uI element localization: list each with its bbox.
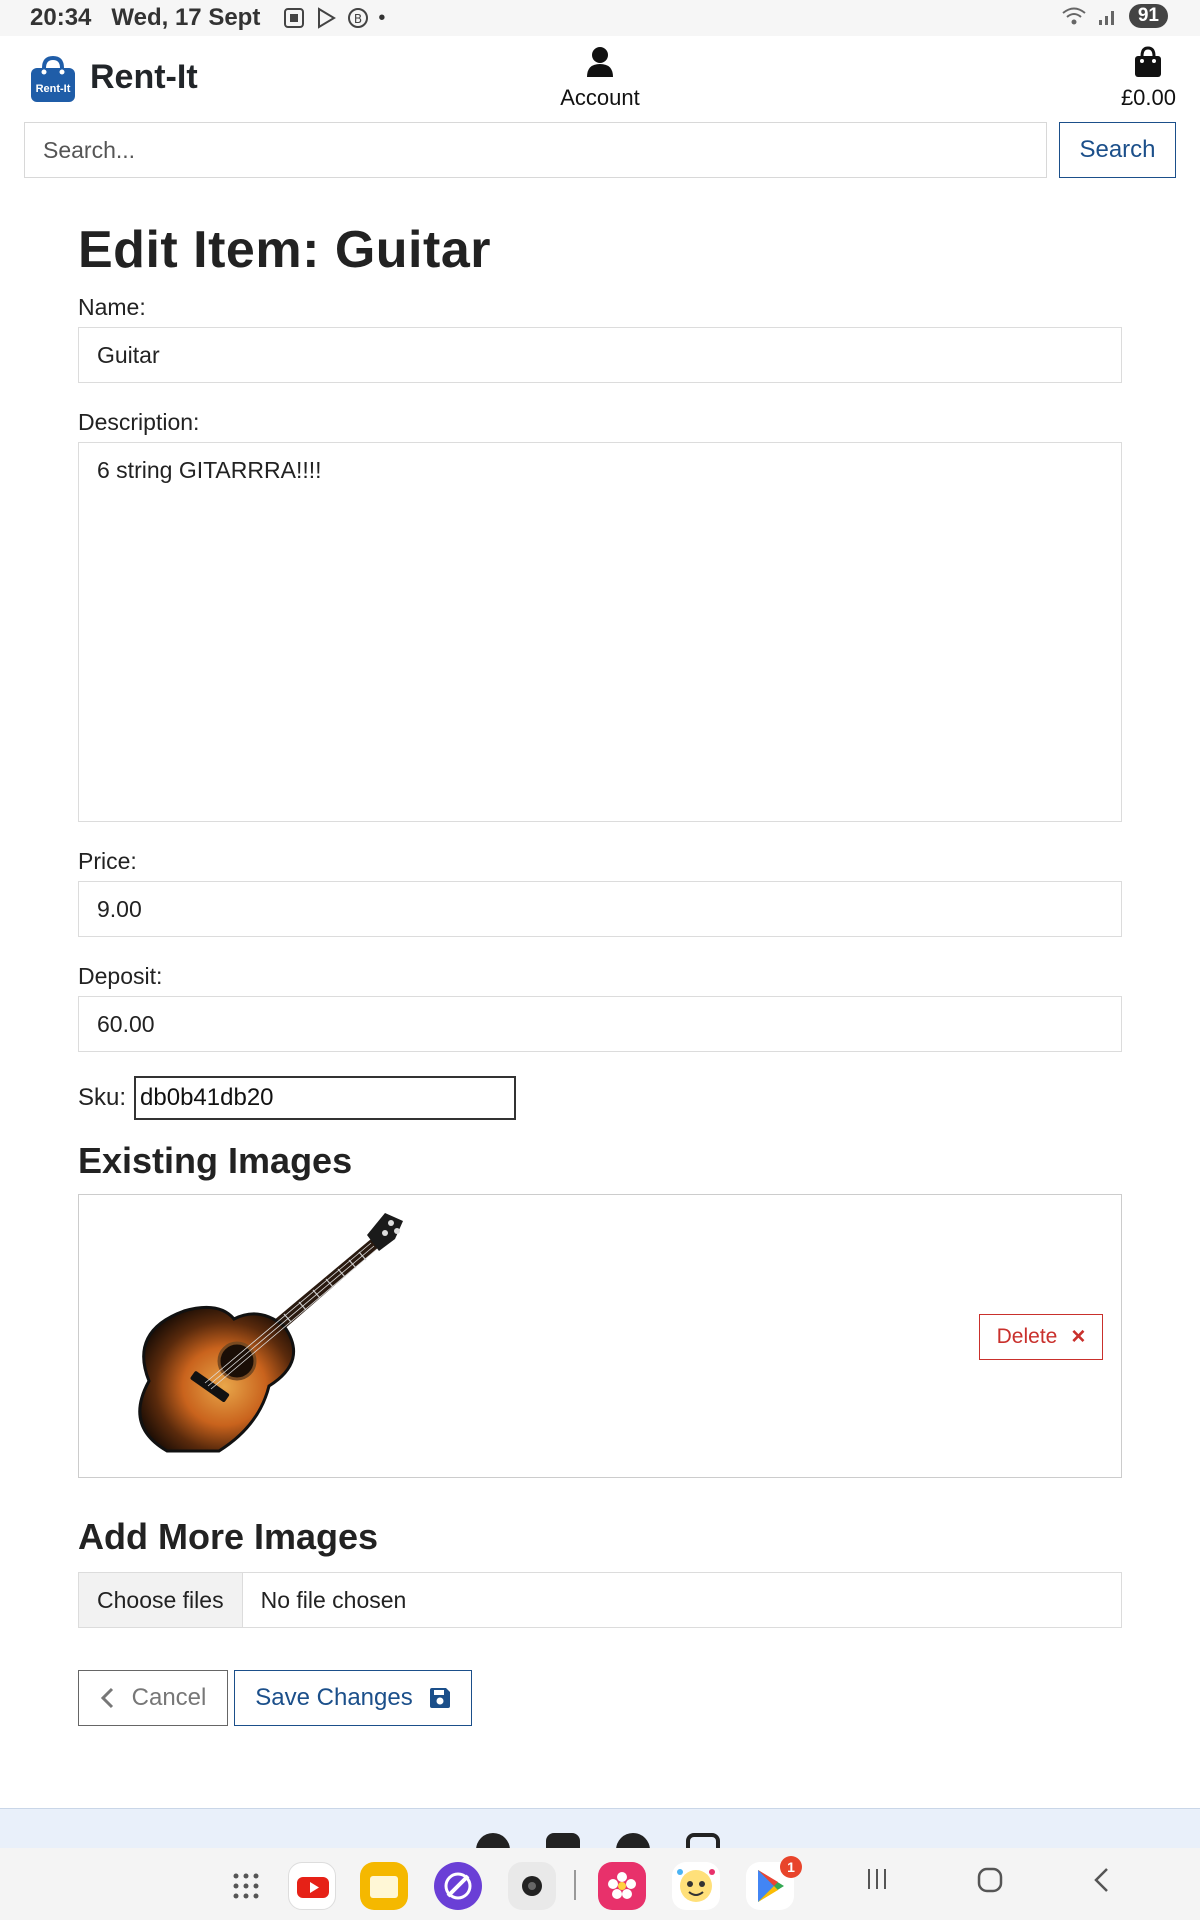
- search-input[interactable]: [24, 122, 1047, 178]
- play-store-icon[interactable]: 1: [746, 1856, 802, 1910]
- existing-images-box: Delete ×: [78, 1194, 1122, 1478]
- floppy-disk-icon: [429, 1688, 450, 1708]
- rent-it-logo[interactable]: Rent-It: [28, 54, 78, 104]
- file-status: No file chosen: [260, 1586, 407, 1613]
- github-icon[interactable]: [476, 1833, 510, 1848]
- svg-text:B: B: [354, 12, 362, 26]
- chevron-left-icon: [100, 1687, 113, 1709]
- brand-name[interactable]: Rent-It: [90, 58, 198, 97]
- youtube-icon[interactable]: [288, 1862, 336, 1910]
- file-input[interactable]: Choose files No file chosen: [78, 1572, 1122, 1628]
- more-dot-icon: •: [378, 6, 386, 29]
- edit-item-form: Edit Item: Guitar Name: Guitar Descripti…: [78, 220, 1122, 1726]
- status-notification-icons: B •: [282, 6, 385, 30]
- deposit-label: Deposit:: [78, 963, 163, 989]
- signal-icon: [1098, 11, 1114, 25]
- facebook-icon[interactable]: [616, 1833, 650, 1848]
- coin-icon: B: [348, 8, 369, 28]
- kids-app-icon[interactable]: [672, 1862, 720, 1910]
- social-links: [476, 1833, 720, 1848]
- camera-icon[interactable]: [508, 1862, 556, 1910]
- instagram-icon[interactable]: [686, 1833, 720, 1848]
- cart-link[interactable]: £0.00: [1121, 46, 1176, 111]
- sku-field[interactable]: [134, 1076, 517, 1120]
- status-time: 20:34: [30, 4, 92, 31]
- delete-image-button[interactable]: Delete ×: [979, 1314, 1103, 1360]
- dock-divider: [574, 1870, 576, 1900]
- status-bar: 20:34 Wed, 17 Sept B • 91: [0, 0, 1200, 36]
- save-label: Save Changes: [255, 1684, 413, 1711]
- price-label: Price:: [78, 848, 137, 874]
- gallery-icon[interactable]: [598, 1862, 646, 1910]
- name-label: Name:: [78, 294, 146, 320]
- recent-apps-button[interactable]: [864, 1866, 890, 1900]
- add-images-heading: Add More Images: [78, 1516, 379, 1557]
- account-link[interactable]: Account: [540, 46, 660, 111]
- form-actions: Cancel Save Changes: [78, 1670, 1122, 1726]
- logo-text: Rent-It: [36, 83, 71, 95]
- choose-files-button[interactable]: Choose files: [79, 1573, 243, 1627]
- notification-badge: 1: [780, 1856, 802, 1878]
- description-label: Description:: [78, 409, 200, 435]
- sku-row: Sku:: [78, 1076, 1122, 1120]
- files-icon[interactable]: [360, 1862, 408, 1910]
- user-icon: [587, 47, 613, 77]
- status-date: Wed, 17 Sept: [111, 4, 261, 31]
- linkedin-icon[interactable]: [546, 1833, 580, 1848]
- android-dock: 1: [0, 1848, 1200, 1920]
- search-button[interactable]: Search: [1059, 122, 1176, 178]
- save-changes-button[interactable]: Save Changes: [234, 1670, 472, 1726]
- wifi-icon: [1062, 7, 1086, 25]
- sku-label: Sku:: [78, 1084, 127, 1111]
- site-footer: [0, 1808, 1200, 1848]
- site-header: Rent-It Rent-It Account £0.00: [0, 36, 1200, 122]
- shopping-bag-icon: [1135, 46, 1162, 77]
- browser-icon[interactable]: [434, 1862, 482, 1910]
- screenshot-icon: [284, 8, 305, 28]
- delete-label: Delete: [996, 1325, 1058, 1348]
- description-field[interactable]: 6 string GITARRRA!!!!: [78, 442, 1122, 822]
- cart-total: £0.00: [1120, 85, 1176, 110]
- battery-level: 91: [1128, 4, 1168, 28]
- name-field[interactable]: Guitar: [78, 327, 1122, 383]
- account-label: Account: [560, 85, 640, 110]
- existing-images-heading: Existing Images: [78, 1140, 353, 1181]
- close-icon: ×: [1071, 1323, 1086, 1350]
- page-title: Edit Item: Guitar: [78, 221, 491, 279]
- price-field[interactable]: 9.00: [78, 881, 1122, 937]
- deposit-field[interactable]: 60.00: [78, 996, 1122, 1052]
- cancel-label: Cancel: [131, 1684, 207, 1711]
- back-button[interactable]: [1090, 1866, 1112, 1902]
- guitar-image: [138, 1213, 403, 1453]
- home-button[interactable]: [976, 1866, 1004, 1902]
- search-bar: Search: [24, 122, 1176, 178]
- play-icon: [318, 7, 337, 29]
- app-drawer-icon[interactable]: [232, 1872, 260, 1900]
- cancel-button[interactable]: Cancel: [78, 1670, 228, 1726]
